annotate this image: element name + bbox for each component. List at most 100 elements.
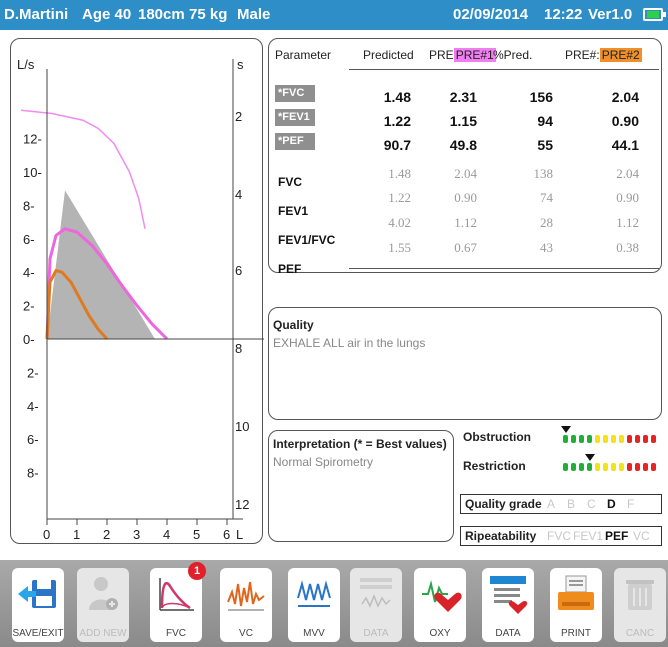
y-tick-label: 2-: [27, 365, 39, 380]
obstruction-segment: [563, 435, 568, 443]
col-pre2-prefix: PRE#:: [565, 48, 600, 62]
table-cell: 74: [540, 190, 553, 205]
table-cell: 0.38: [616, 240, 639, 255]
header-version: Ver1.0: [588, 6, 633, 23]
restriction-segment: [627, 463, 632, 471]
x-tick-label: 4: [163, 527, 170, 542]
obstruction-segment: [651, 435, 656, 443]
header-bar: D.Martini Age 40 180cm 75 kg Male 02/09/…: [0, 0, 668, 30]
vc-button[interactable]: VC: [220, 568, 272, 642]
grade-a: A: [547, 497, 556, 511]
table-cell: 1.12: [616, 215, 639, 230]
vc-wave-icon: [227, 581, 265, 611]
restriction-segment: [603, 463, 608, 471]
quality-panel: Quality EXHALE ALL air in the lungs: [268, 307, 662, 420]
print-button[interactable]: PRINT: [550, 568, 602, 642]
oxy-heart-icon: [422, 580, 462, 612]
col-predicted: Predicted: [363, 48, 414, 62]
table-cell: 28: [540, 215, 553, 230]
right-tick-label: 8: [235, 341, 242, 356]
table-cell: 94: [537, 113, 553, 129]
quality-message: EXHALE ALL air in the lungs: [273, 336, 426, 350]
col-pre1-tag: PRE#1: [453, 48, 496, 62]
y-tick-label: 10-: [23, 165, 42, 180]
data-button[interactable]: DATA: [482, 568, 534, 642]
add-new-button[interactable]: ADD NEW: [77, 568, 129, 642]
repeatability-label: Ripeatability: [465, 529, 537, 543]
x-unit-label: L: [236, 527, 243, 542]
y-tick-label: 4-: [27, 399, 39, 414]
obstruction-segment: [643, 435, 648, 443]
row-label-pef: PEF: [278, 262, 302, 276]
table-cell: 0.90: [611, 113, 639, 129]
restriction-segment: [651, 463, 656, 471]
best-fev1-badge: *FEV1: [275, 109, 315, 126]
col-pre1-prefix: PRE: [429, 48, 454, 62]
patient-age: Age 40: [82, 6, 132, 23]
bottom-toolbar: SAVE/EXIT ADD NEW FVC VC MVV DATA OXY DA…: [0, 560, 668, 647]
right-tick-label: 6: [235, 263, 242, 278]
add-new-label: ADD NEW: [79, 628, 127, 639]
y-tick-label: 2-: [23, 299, 35, 314]
save-exit-label: SAVE/EXIT: [12, 628, 64, 639]
obstruction-label: Obstruction: [463, 430, 531, 444]
fvc-notification-badge: 1: [188, 562, 206, 580]
mvv-wave-icon: [297, 580, 331, 607]
table-cell: 1.55: [388, 240, 411, 255]
predicted-area: [47, 190, 155, 339]
table-cell: 1.15: [449, 113, 477, 129]
right-tick-label: 2: [235, 109, 242, 124]
table-cell: 1.22: [383, 113, 411, 129]
obstruction-segment: [627, 435, 632, 443]
table-cell: 1.12: [454, 215, 477, 230]
obstruction-segment: [635, 435, 640, 443]
table-cell: 1.48: [388, 166, 411, 181]
repeatability-vc: VC: [633, 529, 650, 543]
header-time: 12:22: [544, 6, 583, 23]
patient-sex: Male: [237, 6, 271, 23]
oxy-label: OXY: [429, 628, 451, 639]
mvv-button[interactable]: MVV: [288, 568, 340, 642]
x-tick-label: 5: [193, 527, 200, 542]
x-tick-label: 2: [103, 527, 110, 542]
restriction-segment: [571, 463, 576, 471]
cancel-button[interactable]: CANC: [614, 568, 666, 642]
quality-grade-box: Quality grade A B C D F: [460, 494, 662, 514]
col-pre2-tag: PRE#2: [599, 48, 642, 62]
oxy-button[interactable]: OXY: [414, 568, 466, 642]
table-cell: 0.90: [616, 190, 639, 205]
table-cell: 1.48: [383, 89, 411, 105]
row-label-fev1: FEV1: [278, 204, 309, 218]
restriction-segment: [563, 463, 568, 471]
table-cell: 49.8: [449, 137, 477, 153]
save-exit-button[interactable]: SAVE/EXIT: [12, 568, 64, 642]
y-tick-label: 0-: [23, 332, 35, 347]
data-disabled-label: DATA: [363, 628, 389, 639]
fvc-label: FVC: [166, 628, 186, 639]
restriction-segment: [635, 463, 640, 471]
table-cell: 2.04: [454, 166, 477, 181]
y-tick-label: 8-: [23, 198, 35, 213]
obstruction-marker: [561, 426, 571, 433]
data-heart-icon: [490, 576, 528, 614]
table-cell: 44.1: [611, 137, 639, 153]
table-cell: 0.67: [454, 240, 477, 255]
obstruction-segment: [579, 435, 584, 443]
col-pct-pred: %Pred.: [493, 48, 533, 62]
col-parameter: Parameter: [275, 48, 332, 62]
obstruction-segment: [595, 435, 600, 443]
quality-title: Quality: [273, 318, 314, 332]
repeatability-fvc: FVC: [547, 529, 571, 543]
grade-f: F: [627, 497, 635, 511]
data-label: DATA: [495, 628, 521, 639]
repeatability-fev1: FEV1: [573, 529, 604, 543]
data-disabled-button[interactable]: DATA: [350, 568, 402, 642]
restriction-marker: [585, 454, 595, 461]
grade-c: C: [587, 497, 596, 511]
restriction-label: Restriction: [463, 459, 526, 473]
best-fvc-badge: *FVC: [275, 85, 315, 102]
print-label: PRINT: [561, 628, 591, 639]
row-label-fvc: FVC: [278, 175, 302, 189]
table-bottom-divider: [349, 268, 659, 269]
best-pef-badge: *PEF: [275, 133, 315, 150]
